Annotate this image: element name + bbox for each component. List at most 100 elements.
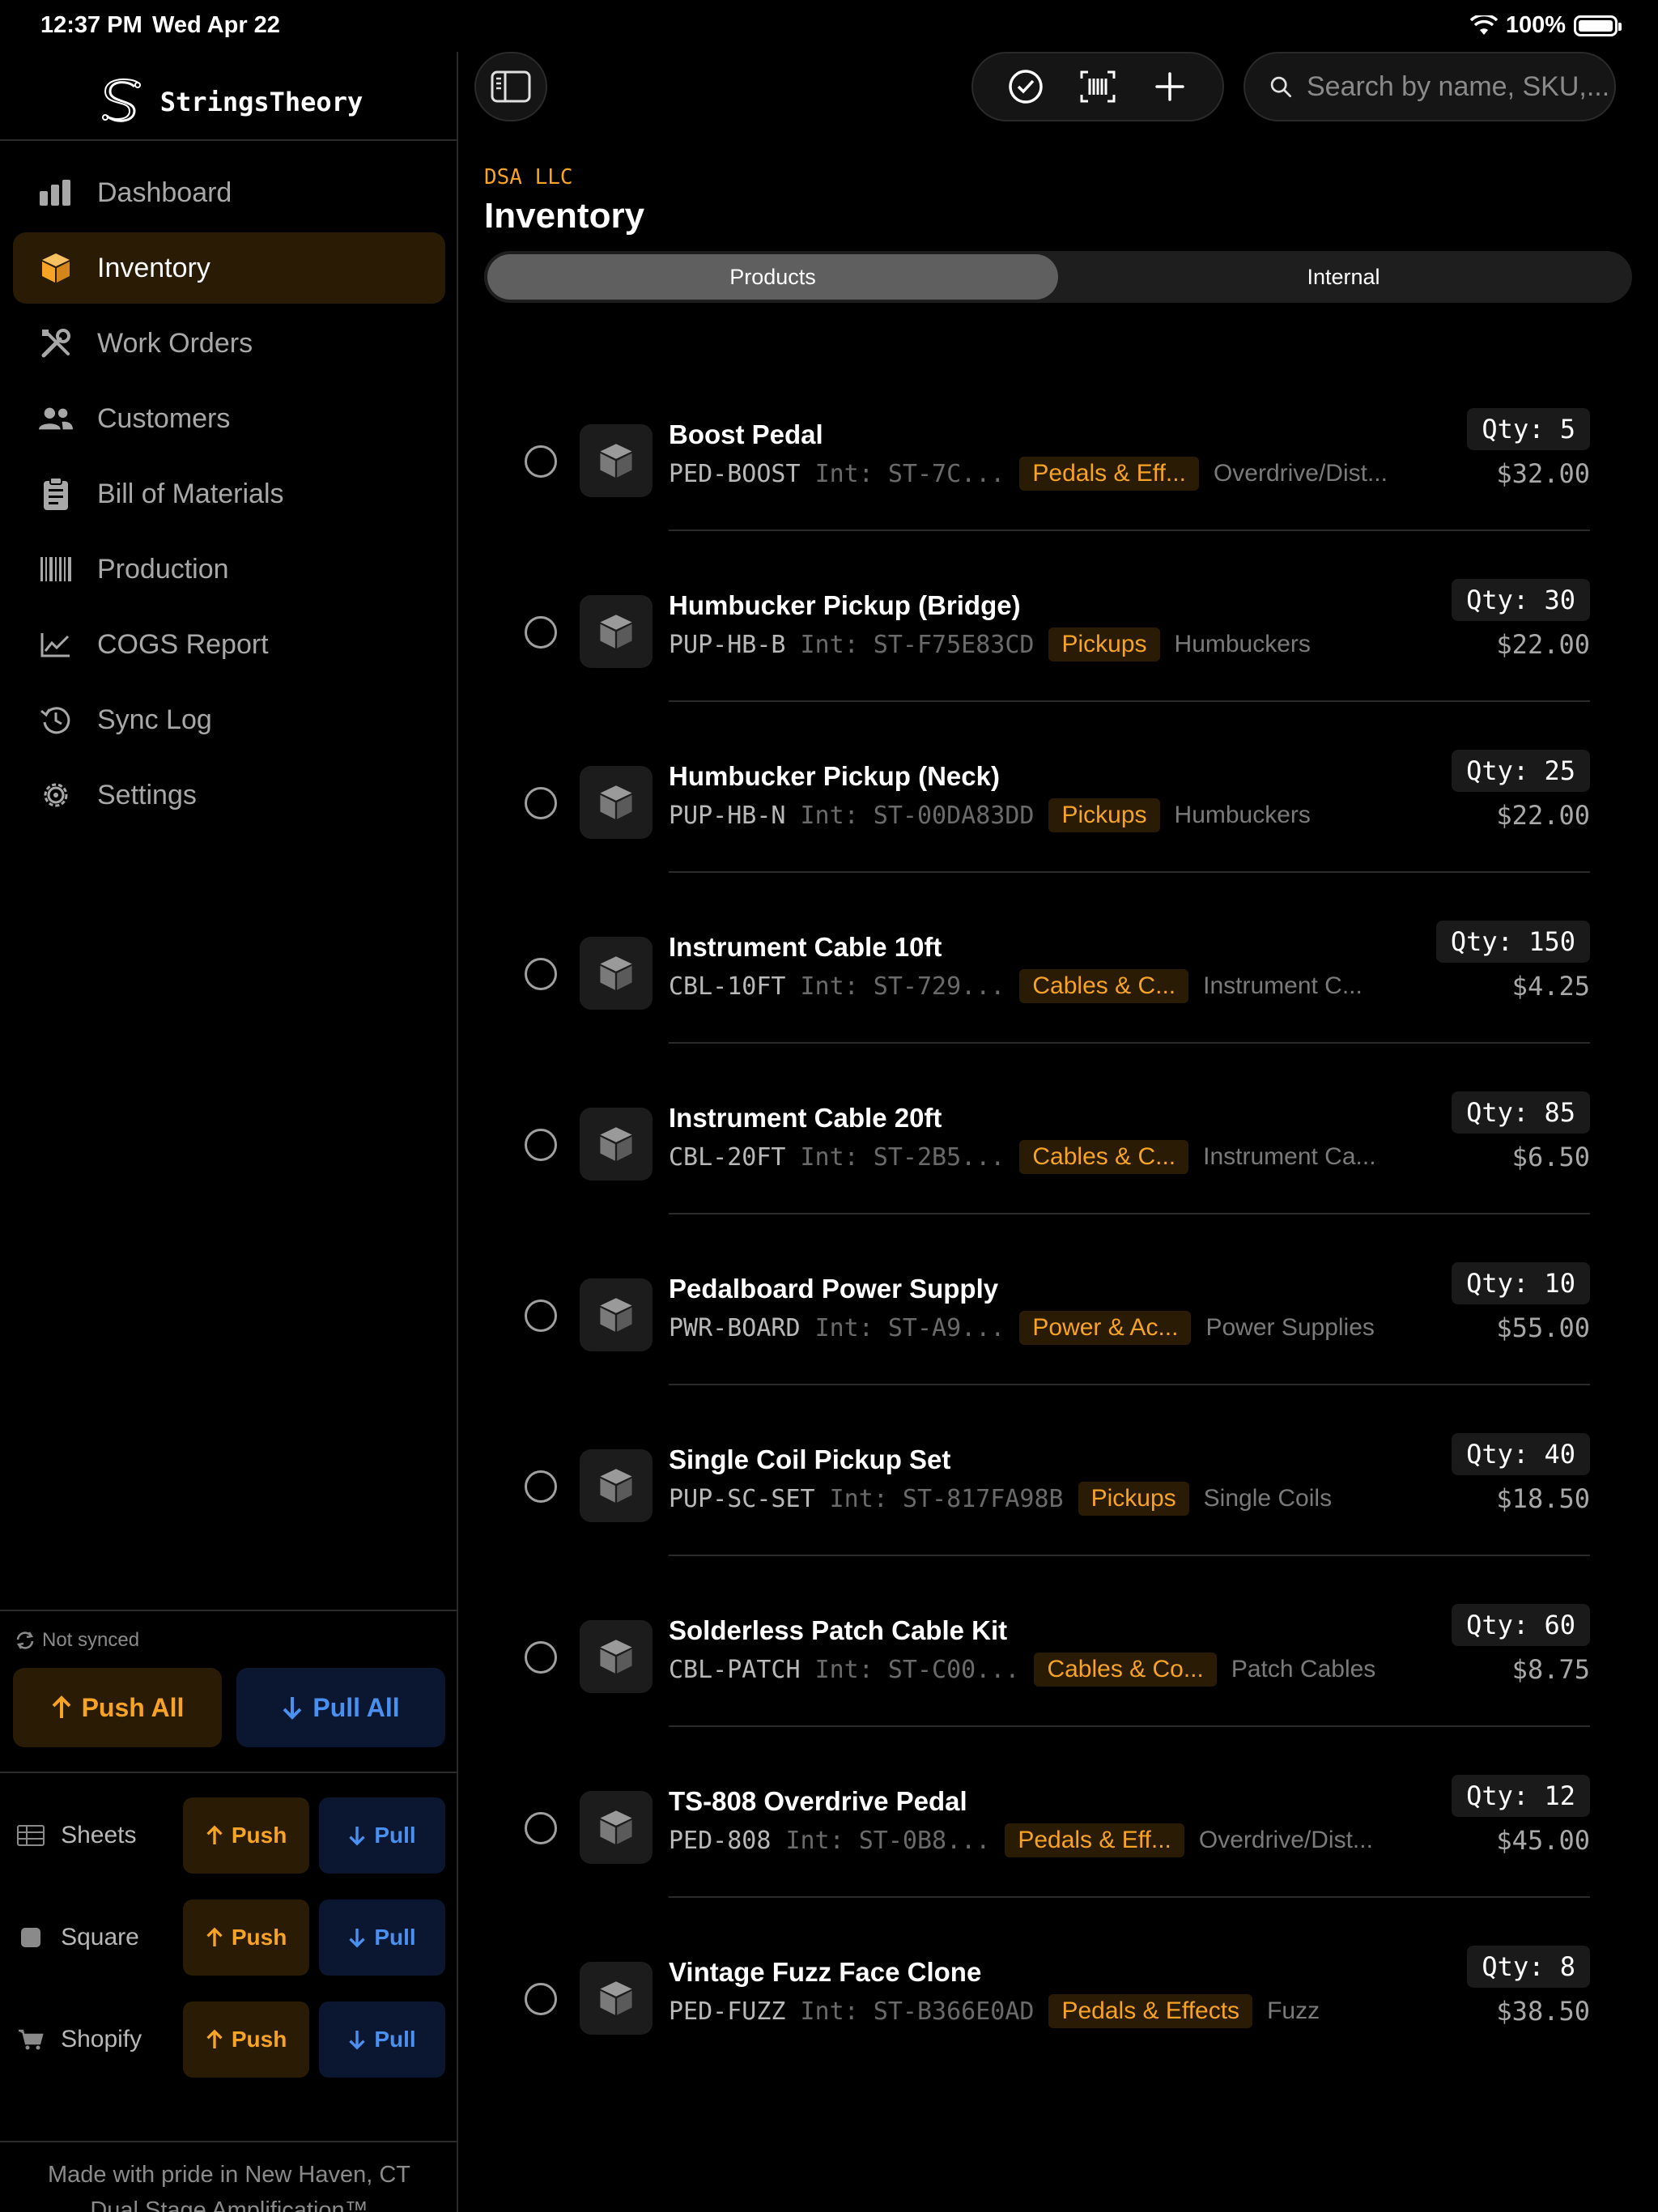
barcode-scan-icon (1080, 70, 1116, 103)
product-internal-id: Int: ST-B366E0AD (800, 1997, 1035, 2026)
segmented-control: Products Internal (484, 251, 1632, 303)
quantity-badge: Qty: 10 (1452, 1262, 1590, 1304)
product-name: TS-808 Overdrive Pedal (669, 1786, 967, 1816)
sidebar-item-bill-of-materials[interactable]: Bill of Materials (13, 458, 445, 530)
table-row[interactable]: Solderless Patch Cable Kit CBL-PATCH Int… (460, 1604, 1658, 1775)
product-name: Solderless Patch Cable Kit (669, 1615, 1008, 1645)
toggle-sidebar-button[interactable] (474, 52, 547, 121)
search-bar[interactable] (1244, 52, 1616, 121)
product-price: $4.25 (1511, 971, 1590, 1002)
select-radio[interactable] (525, 958, 557, 990)
sidebar-item-customers[interactable]: Customers (13, 383, 445, 454)
select-radio[interactable] (525, 1129, 557, 1161)
status-date: Wed Apr 22 (152, 12, 280, 38)
product-thumbnail (580, 1620, 653, 1693)
table-row[interactable]: Humbucker Pickup (Bridge) PUP-HB-B Int: … (460, 579, 1658, 750)
row-divider (669, 1896, 1590, 1898)
square-pull-button[interactable]: Pull (319, 1899, 445, 1976)
shopify-pull-button[interactable]: Pull (319, 2001, 445, 2078)
table-row[interactable]: Instrument Cable 20ft CBL-20FT Int: ST-2… (460, 1091, 1658, 1262)
table-row[interactable]: Instrument Cable 10ft CBL-10FT Int: ST-7… (460, 921, 1658, 1091)
pull-label: Pull (374, 2027, 416, 2052)
select-button[interactable] (997, 58, 1054, 115)
sidebar-item-settings[interactable]: Settings (13, 759, 445, 831)
pull-all-button[interactable]: Pull All (236, 1668, 445, 1747)
box-icon (600, 1810, 632, 1844)
product-thumbnail (580, 595, 653, 668)
select-radio[interactable] (525, 445, 557, 478)
push-label: Push (231, 1823, 287, 1848)
sidebar-item-label: Customers (97, 402, 231, 434)
table-row[interactable]: Boost Pedal PED-BOOST Int: ST-7C... Peda… (460, 408, 1658, 579)
table-row[interactable]: Humbucker Pickup (Neck) PUP-HB-N Int: ST… (460, 750, 1658, 921)
push-all-button[interactable]: Push All (13, 1668, 222, 1747)
product-thumbnail (580, 1791, 653, 1864)
product-subcategory: Single Coils (1203, 1485, 1333, 1512)
sheets-pull-button[interactable]: Pull (319, 1797, 445, 1874)
tab-products[interactable]: Products (487, 254, 1058, 300)
product-name: Instrument Cable 10ft (669, 932, 942, 962)
cart-icon (16, 2025, 45, 2054)
product-sku: PED-808 (669, 1826, 772, 1855)
select-radio[interactable] (525, 1470, 557, 1503)
quantity-badge: Qty: 60 (1452, 1604, 1590, 1646)
table-row[interactable]: TS-808 Overdrive Pedal PED-808 Int: ST-0… (460, 1775, 1658, 1946)
select-radio[interactable] (525, 1983, 557, 2015)
select-radio[interactable] (525, 787, 557, 819)
select-radio[interactable] (525, 1812, 557, 1844)
sidebar-item-production[interactable]: Production (13, 534, 445, 605)
product-name: Humbucker Pickup (Neck) (669, 761, 1000, 791)
search-input[interactable] (1307, 70, 1614, 103)
table-row[interactable]: Vintage Fuzz Face Clone PED-FUZZ Int: ST… (460, 1946, 1658, 2116)
history-icon (39, 703, 73, 737)
tab-internal[interactable]: Internal (1058, 254, 1629, 300)
sidebar-item-label: Production (97, 553, 229, 585)
sidebar-item-label: COGS Report (97, 628, 269, 660)
product-price: $22.00 (1496, 800, 1590, 831)
box-icon (600, 444, 632, 478)
category-badge: Cables & C... (1019, 1140, 1189, 1174)
product-price: $6.50 (1511, 1142, 1590, 1172)
sidebar-item-cogs-report[interactable]: COGS Report (13, 609, 445, 680)
product-subcategory: Fuzz (1267, 1997, 1320, 2024)
arrow-up-icon (206, 1825, 223, 1844)
product-meta: PUP-HB-N Int: ST-00DA83DD Pickups Humbuc… (669, 798, 1311, 832)
select-radio[interactable] (525, 616, 557, 649)
product-subcategory: Power Supplies (1205, 1314, 1375, 1341)
category-badge: Pedals & Eff... (1005, 1823, 1184, 1857)
select-radio[interactable] (525, 1300, 557, 1332)
product-subcategory: Instrument C... (1203, 972, 1363, 999)
product-price: $8.75 (1511, 1654, 1590, 1685)
product-meta: PED-BOOST Int: ST-7C... Pedals & Eff... … (669, 457, 1388, 491)
sidebar-toggle-icon (491, 70, 531, 103)
select-radio[interactable] (525, 1641, 557, 1674)
product-subcategory: Overdrive/Dist... (1198, 1827, 1373, 1853)
shopify-push-button[interactable]: Push (183, 2001, 310, 2078)
box-icon (600, 1127, 632, 1161)
category-badge: Cables & Co... (1034, 1653, 1217, 1687)
row-divider (669, 1042, 1590, 1044)
sidebar-item-work-orders[interactable]: Work Orders (13, 308, 445, 379)
product-name: Boost Pedal (669, 419, 823, 449)
add-product-button[interactable] (1141, 58, 1198, 115)
table-row[interactable]: Pedalboard Power Supply PWR-BOARD Int: S… (460, 1262, 1658, 1433)
page-title: Inventory (484, 196, 645, 236)
table-row[interactable]: Single Coil Pickup Set PUP-SC-SET Int: S… (460, 1433, 1658, 1604)
strings-logo-icon (101, 78, 141, 122)
square-push-button[interactable]: Push (183, 1899, 310, 1976)
scan-barcode-button[interactable] (1069, 58, 1126, 115)
square-icon (16, 1923, 45, 1952)
product-price: $18.50 (1496, 1483, 1590, 1514)
sheets-push-button[interactable]: Push (183, 1797, 310, 1874)
quantity-badge: Qty: 25 (1452, 750, 1590, 792)
product-internal-id: Int: ST-00DA83DD (800, 801, 1035, 830)
battery-icon (1574, 15, 1622, 36)
sidebar-item-sync-log[interactable]: Sync Log (13, 684, 445, 755)
arrow-up-icon (206, 1927, 223, 1946)
sidebar-item-dashboard[interactable]: Dashboard (13, 157, 445, 228)
service-name: Shopify (61, 2026, 142, 2052)
product-price: $55.00 (1496, 1312, 1590, 1343)
product-internal-id: Int: ST-F75E83CD (800, 630, 1035, 659)
sidebar-item-inventory[interactable]: Inventory (13, 232, 445, 304)
product-name: Humbucker Pickup (Bridge) (669, 590, 1021, 620)
